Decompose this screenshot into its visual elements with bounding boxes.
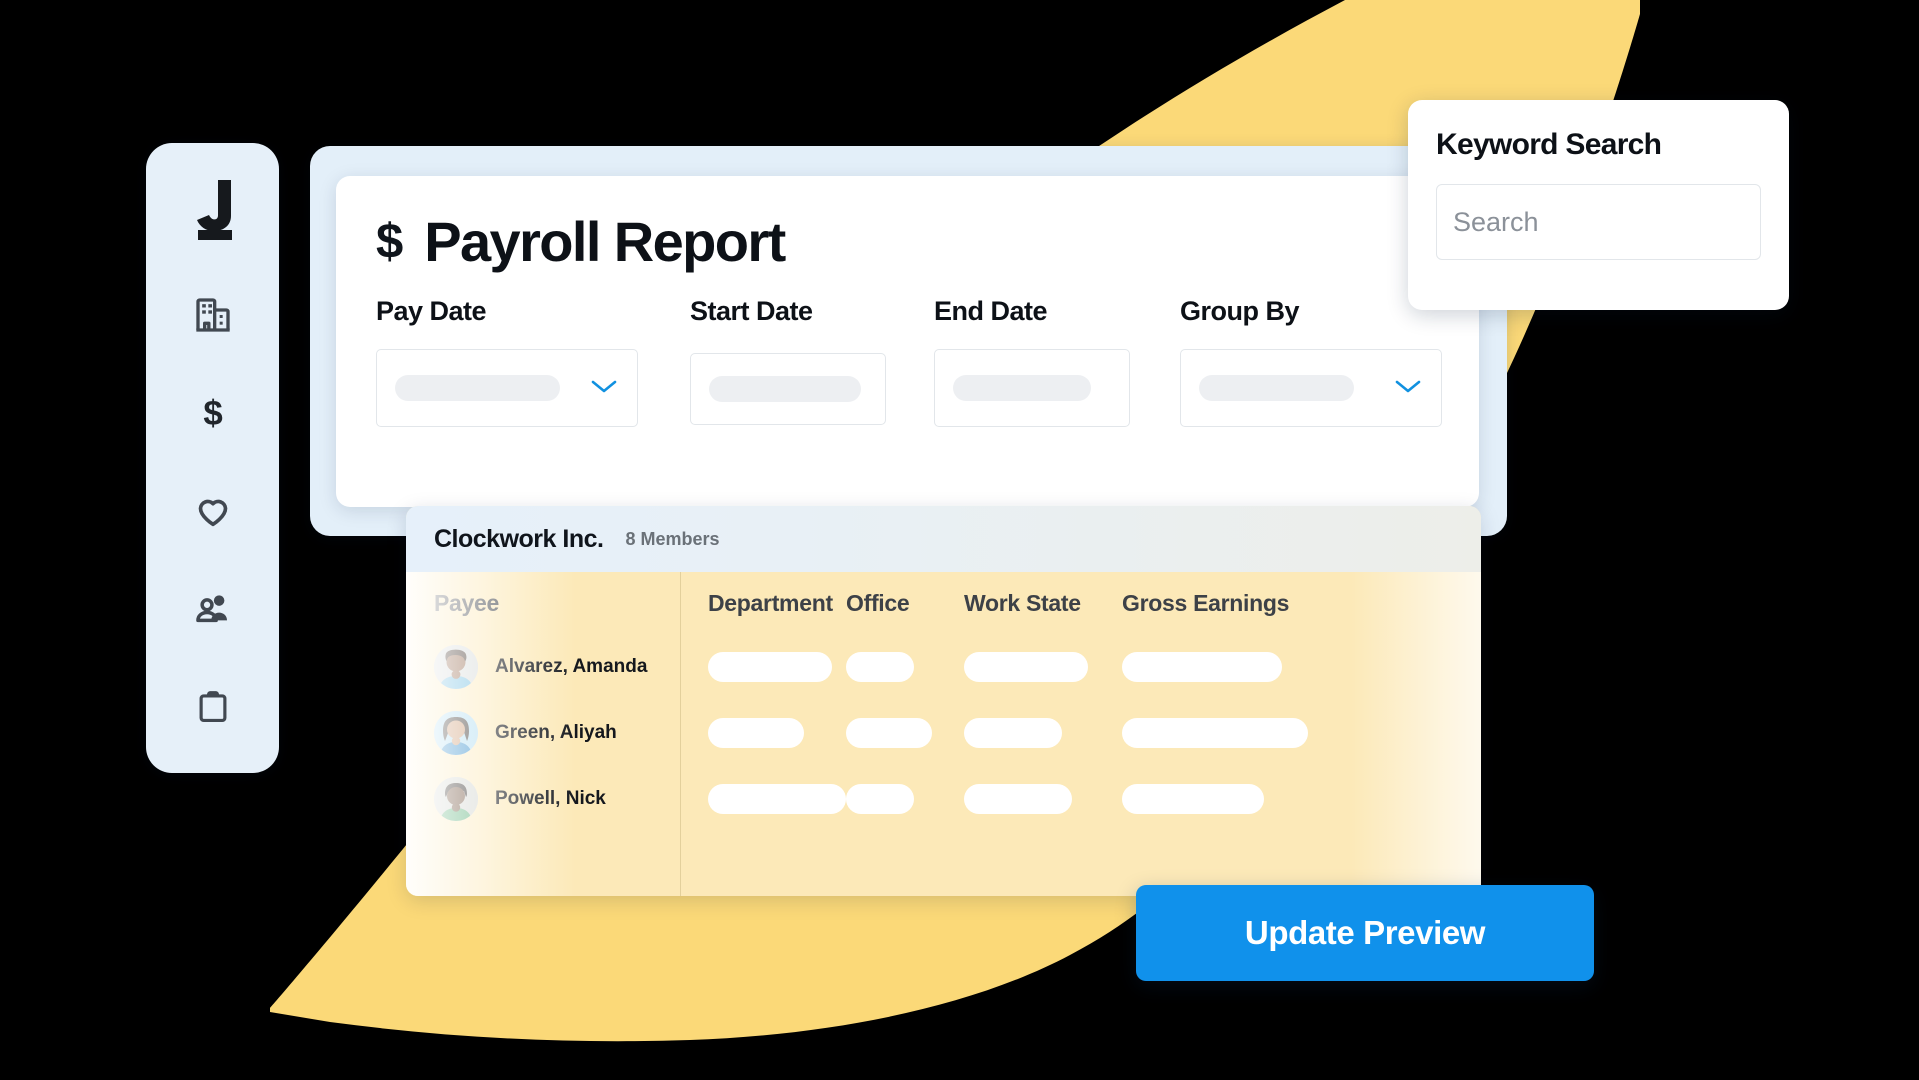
page-title-text: Payroll Report [424,210,786,273]
pay-date-value-placeholder [395,375,560,401]
group-by-value-placeholder [1199,375,1354,401]
payroll-preview-table: Clockwork Inc. 8 Members Payee Departmen… [406,506,1481,896]
sidebar-item-payments[interactable]: $ [181,381,245,445]
table-header-row: Payee Department Office Work State Gross… [406,572,1481,634]
building-icon [193,295,233,335]
filters-row: Pay Date Start Date End Date Group By [376,296,1479,427]
end-date-value-placeholder [953,375,1091,401]
payee-name: Alvarez, Amanda [495,656,648,677]
sidebar-item-team[interactable] [181,577,245,641]
svg-text:$: $ [203,394,222,433]
work-state-value-placeholder [964,784,1072,814]
screen-canvas: $ $ Payroll Report Pay Date Start Date E… [0,0,1919,1080]
filter-start-date-label: Start Date [690,296,813,326]
filter-group-by-label: Group By [1180,296,1300,326]
people-icon [192,588,234,630]
gross-earnings-value-placeholder [1122,784,1264,814]
table-row[interactable]: Powell, Nick [406,766,1481,832]
gross-earnings-value-placeholder [1122,718,1308,748]
sidebar-item-benefits[interactable] [181,479,245,543]
avatar [434,711,478,755]
filter-start-date: Start Date [690,296,886,425]
work-state-value-placeholder [964,652,1088,682]
dollar-icon: $ [194,393,232,433]
department-value-placeholder [708,784,846,814]
table-row[interactable]: Green, Aliyah [406,700,1481,766]
avatar [434,777,478,821]
chevron-down-icon [1393,377,1423,400]
column-header-gross-earnings: Gross Earnings [1122,589,1290,616]
department-value-placeholder [708,652,832,682]
company-member-count: 8 Members [625,528,720,549]
justworks-j-logo[interactable] [179,171,247,247]
update-preview-button[interactable]: Update Preview [1136,885,1594,981]
clipboard-icon [194,687,232,727]
filter-group-by: Group By [1180,296,1442,427]
start-date-input[interactable] [690,353,886,425]
dollar-sign-icon: $ [376,214,403,269]
keyword-search-panel: Keyword Search [1408,100,1789,310]
table-body: Payee Department Office Work State Gross… [406,572,1481,896]
chevron-down-icon [589,377,619,400]
office-value-placeholder [846,718,932,748]
pay-date-select[interactable] [376,349,638,427]
filter-pay-date-label: Pay Date [376,296,487,326]
end-date-input[interactable] [934,349,1130,427]
group-by-select[interactable] [1180,349,1442,427]
table-row[interactable]: Alvarez, Amanda [406,634,1481,700]
filter-end-date-label: End Date [934,296,1048,326]
sidebar-item-documents[interactable] [181,675,245,739]
column-header-work-state: Work State [964,589,1081,616]
heart-icon [193,491,233,531]
sidebar-item-company[interactable] [181,283,245,347]
sidebar-nav: $ [146,143,279,773]
avatar [434,645,478,689]
column-header-payee: Payee [434,589,500,616]
payroll-report-card: $ Payroll Report Pay Date Start Date End… [336,176,1479,507]
gross-earnings-value-placeholder [1122,652,1282,682]
search-input[interactable] [1436,184,1761,260]
filter-end-date: End Date [934,296,1130,427]
keyword-search-title: Keyword Search [1436,128,1662,161]
company-name: Clockwork Inc. [434,524,604,553]
start-date-value-placeholder [709,376,861,402]
column-header-office: Office [846,589,910,616]
page-title: $ Payroll Report [376,214,1479,270]
department-value-placeholder [708,718,804,748]
office-value-placeholder [846,784,914,814]
payee-name: Green, Aliyah [495,722,617,743]
office-value-placeholder [846,652,914,682]
table-company-header: Clockwork Inc. 8 Members [406,506,1481,572]
work-state-value-placeholder [964,718,1062,748]
filter-pay-date: Pay Date [376,296,638,427]
column-header-department: Department [708,589,833,616]
payee-name: Powell, Nick [495,788,606,809]
